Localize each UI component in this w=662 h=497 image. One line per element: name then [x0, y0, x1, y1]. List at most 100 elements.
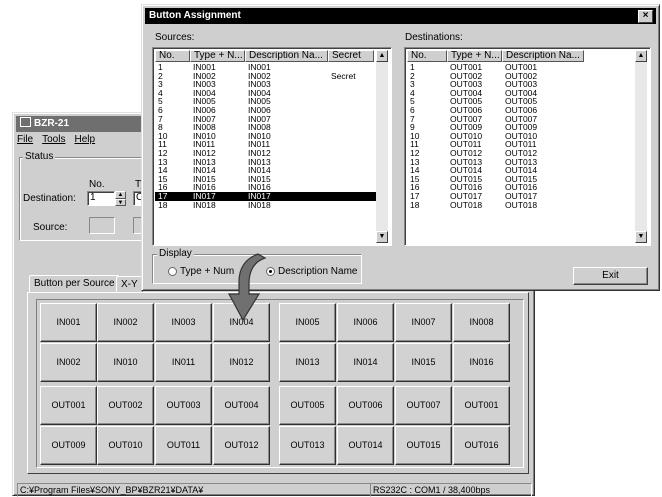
tab-button-per-source-label: Button per Source	[34, 278, 115, 289]
close-icon[interactable]: ×	[638, 10, 653, 23]
drag-arrow-icon	[227, 253, 267, 322]
column-header[interactable]: Secret	[328, 50, 374, 62]
assign-button[interactable]: IN010	[97, 343, 154, 382]
menu-help[interactable]: Help	[74, 134, 95, 145]
list-cell: IN018	[248, 199, 271, 210]
tab-x-y[interactable]: X-Y	[116, 276, 143, 292]
dialog-title: Button Assignment	[149, 10, 241, 21]
list-cell: OUT018	[505, 199, 538, 210]
assign-button[interactable]: IN007	[395, 303, 452, 342]
destination-no-field[interactable]: 1	[87, 191, 115, 206]
list-item[interactable]: 12 OUT012 OUT012	[407, 149, 586, 158]
assign-button[interactable]: IN011	[155, 343, 212, 382]
assign-button[interactable]: OUT004	[213, 386, 270, 425]
radio-description-name-label[interactable]: Description Name	[278, 266, 357, 277]
spin-down-icon[interactable]: ▼	[115, 198, 126, 206]
list-item[interactable]: 1 OUT001 OUT001	[407, 63, 586, 72]
menu-tools[interactable]: Tools	[42, 134, 65, 145]
exit-button-label: Exit	[602, 270, 619, 281]
assign-button[interactable]: OUT006	[337, 386, 394, 425]
column-header[interactable]: No.	[155, 50, 190, 62]
assign-button[interactable]: IN002	[97, 303, 154, 342]
list-item[interactable]: 14 OUT014 OUT014	[407, 166, 586, 175]
list-item[interactable]: 3 OUT003 OUT003	[407, 80, 586, 89]
assign-button[interactable]: OUT009	[40, 426, 97, 465]
list-cell: IN018	[193, 199, 216, 210]
radio-type-num[interactable]	[168, 267, 177, 276]
assign-button[interactable]: IN008	[453, 303, 510, 342]
list-item[interactable]: 2 OUT002 OUT002	[407, 71, 586, 81]
column-header[interactable]: Type + N...	[190, 50, 245, 62]
destinations-scrollbar[interactable]: ▲ ▼	[635, 50, 647, 243]
list-cell: OUT018	[450, 199, 483, 210]
column-header[interactable]: No.	[407, 50, 447, 62]
assign-button[interactable]: IN014	[337, 343, 394, 382]
destination-spinner[interactable]: ▲ ▼	[115, 191, 126, 206]
assign-button[interactable]: OUT011	[155, 426, 212, 465]
exit-button[interactable]: Exit	[573, 267, 648, 285]
display-group-label: Display	[157, 248, 194, 259]
assign-button[interactable]: OUT001	[453, 386, 510, 425]
destinations-list[interactable]: No. Type + N... Description Na... 1 OUT001 O…	[404, 47, 651, 246]
assign-button[interactable]: OUT015	[395, 426, 452, 465]
list-item[interactable]: 15 OUT015 OUT015	[407, 175, 586, 184]
app-icon	[20, 117, 31, 127]
status-group-label: Status	[23, 151, 56, 162]
assign-button[interactable]: OUT007	[395, 386, 452, 425]
scroll-down-icon[interactable]: ▼	[376, 231, 388, 243]
column-header[interactable]: Description Na...	[245, 50, 328, 62]
list-item[interactable]: 18 IN018 IN018	[155, 199, 376, 210]
list-item[interactable]: 16 OUT016 OUT016	[407, 183, 586, 192]
assign-button[interactable]: OUT013	[279, 426, 336, 465]
assign-button[interactable]: OUT003	[155, 386, 212, 425]
list-item[interactable]: 7 OUT007 OUT007	[407, 114, 586, 124]
list-item[interactable]: 9 OUT009 OUT009	[407, 123, 586, 132]
list-cell: 18	[158, 199, 168, 210]
menu-file[interactable]: File	[17, 134, 33, 145]
no-label: No.	[89, 179, 105, 190]
assign-button[interactable]: IN002	[40, 343, 97, 382]
list-item[interactable]: 4 OUT004 OUT004	[407, 89, 586, 98]
spin-up-icon[interactable]: ▲	[115, 191, 126, 199]
assign-button[interactable]: IN001	[40, 303, 97, 342]
menu-bar: File Tools Help	[17, 134, 104, 148]
dialog-titlebar[interactable]: Button Assignment ×	[145, 8, 656, 24]
assign-button[interactable]: IN012	[213, 343, 270, 382]
assign-button[interactable]: IN015	[395, 343, 452, 382]
status-port: RS232C : COM1 / 38,400bps	[370, 483, 532, 497]
assign-button[interactable]: IN005	[279, 303, 336, 342]
list-item[interactable]: 10 OUT010 OUT010	[407, 132, 586, 141]
assign-button[interactable]: OUT012	[213, 426, 270, 465]
scroll-up-icon[interactable]: ▲	[376, 50, 388, 62]
list-item[interactable]: 6 OUT006 OUT006	[407, 106, 586, 115]
assign-button[interactable]: OUT001	[40, 386, 97, 425]
tab-x-y-label: X-Y	[121, 279, 138, 290]
assign-button[interactable]: OUT010	[97, 426, 154, 465]
assign-button[interactable]: IN006	[337, 303, 394, 342]
status-path: C:¥Program Files¥SONY_BP¥BZR21¥DATA¥	[17, 483, 371, 497]
assign-button[interactable]: IN016	[453, 343, 510, 382]
list-cell: 18	[410, 199, 420, 210]
assign-button[interactable]: OUT016	[453, 426, 510, 465]
assign-button[interactable]: IN003	[155, 303, 212, 342]
list-item[interactable]: 18 OUT018 OUT018	[407, 199, 586, 210]
list-item[interactable]: 13 OUT013 OUT013	[407, 157, 586, 167]
destination-label: Destination:	[23, 193, 76, 204]
assign-button[interactable]: IN013	[279, 343, 336, 382]
column-header[interactable]: Description Na...	[502, 50, 584, 62]
sources-list[interactable]: No. Type + N... Description Na... Secret 1I…	[152, 47, 392, 246]
scroll-up-icon[interactable]: ▲	[635, 50, 647, 62]
tab-button-per-source[interactable]: Button per Source	[29, 275, 120, 293]
assign-button[interactable]: OUT005	[279, 386, 336, 425]
sources-scrollbar[interactable]: ▲ ▼	[376, 50, 388, 243]
list-item[interactable]: 17 OUT017 OUT017	[407, 192, 586, 201]
source-no-field	[89, 217, 115, 234]
list-item[interactable]: 5 OUT005 OUT005	[407, 97, 586, 106]
assign-button[interactable]: OUT002	[97, 386, 154, 425]
assign-button[interactable]: OUT014	[337, 426, 394, 465]
scroll-down-icon[interactable]: ▼	[635, 231, 647, 243]
destinations-label: Destinations:	[405, 32, 463, 43]
list-item[interactable]: 11 OUT011 OUT011	[407, 140, 586, 149]
sources-label: Sources:	[155, 32, 195, 43]
column-header[interactable]: Type + N...	[447, 50, 502, 62]
